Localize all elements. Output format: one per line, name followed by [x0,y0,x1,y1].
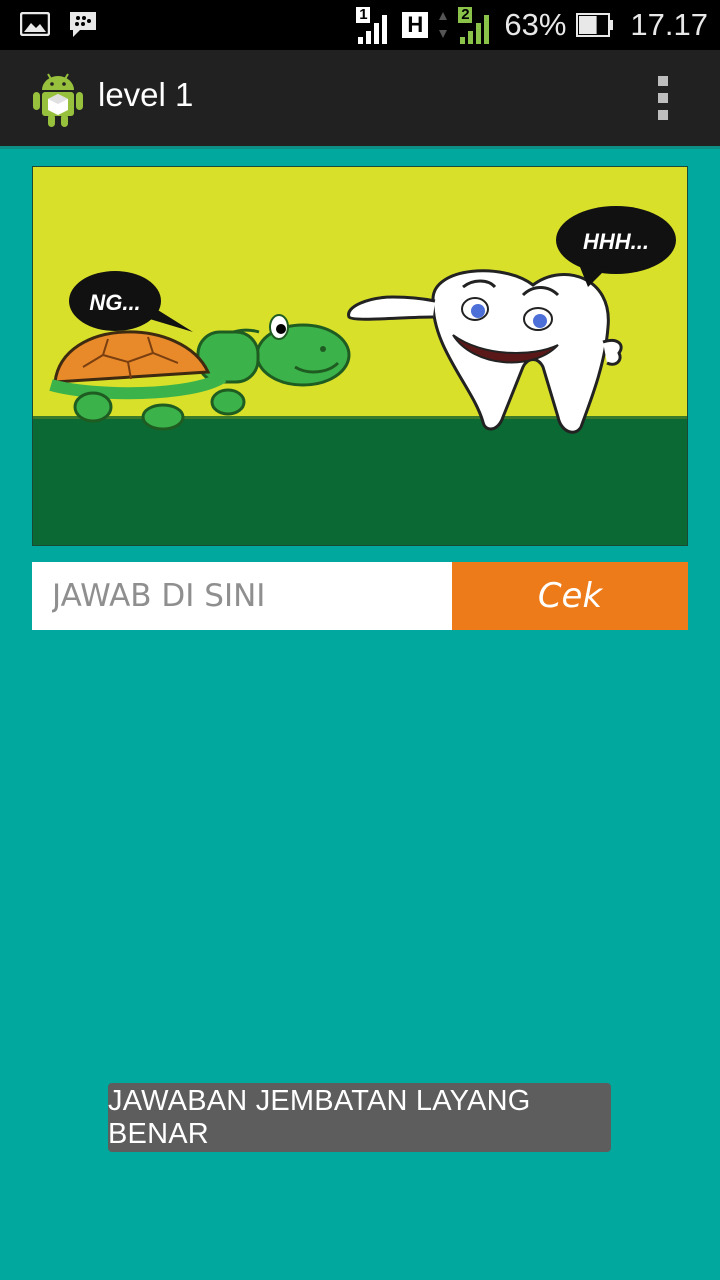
toast-message: JAWABAN JEMBATAN LAYANG BENAR [108,1083,611,1152]
network-type: H [407,12,424,37]
answer-input[interactable] [32,562,452,630]
sim2-signal-icon: 2 [458,5,494,45]
android-app-icon [33,73,83,127]
toast-text: JAWABAN JEMBATAN LAYANG BENAR [108,1084,531,1150]
hspa-icon: H [402,12,429,38]
action-bar: level 1 [0,50,720,149]
sim1-signal-icon: 1 [356,5,392,45]
puzzle-image: NG... HHH... [32,166,688,546]
battery-icon [576,13,614,37]
page-title: level 1 [98,76,194,113]
tooth-speech-text: HHH... [583,229,649,254]
data-arrows-icon [439,12,448,38]
check-button[interactable]: Cek [452,562,688,630]
status-bar: 1 H 2 63% 17.17 [0,0,720,50]
clock: 17.17 [630,7,708,42]
battery-percent: 63% [504,7,567,42]
bbm-icon [70,12,96,37]
overflow-menu-icon[interactable] [658,76,672,120]
gallery-icon [20,12,50,36]
turtle-speech-text: NG... [89,290,140,315]
